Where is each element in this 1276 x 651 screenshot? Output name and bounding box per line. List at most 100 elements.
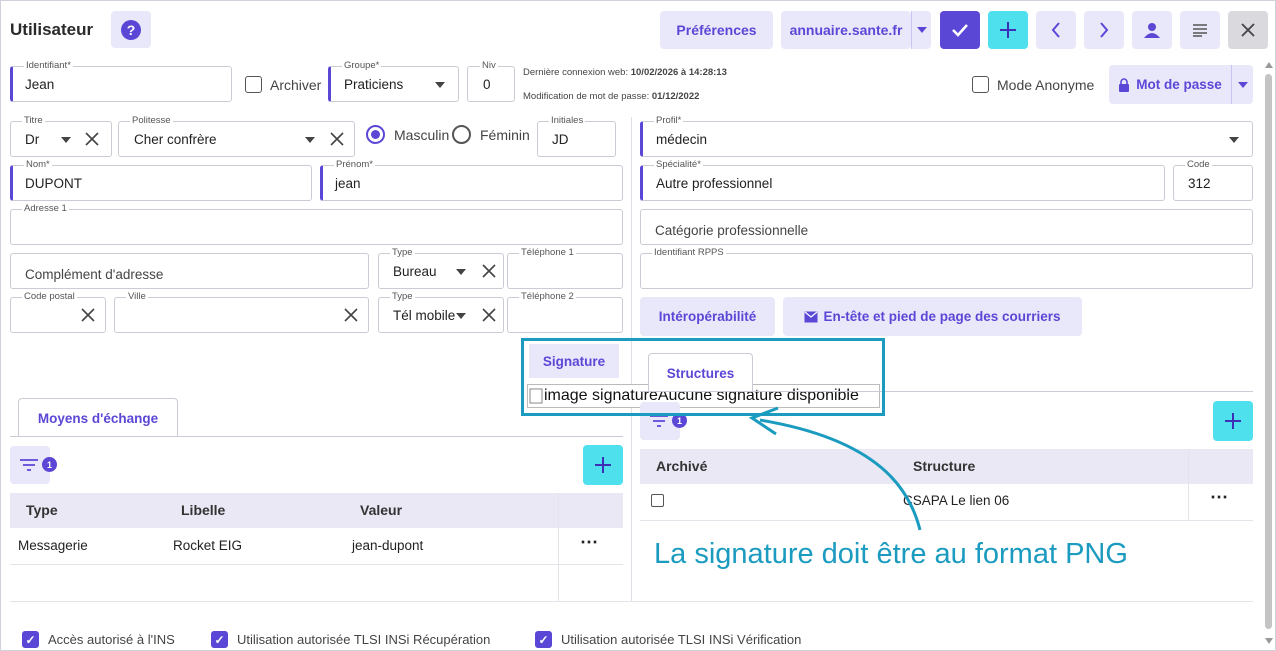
next-button[interactable] [1084, 11, 1124, 49]
categorie-field[interactable]: Catégorie professionnelle [640, 209, 1253, 245]
filter-icon [20, 459, 38, 471]
add-exchange-button[interactable] [583, 445, 623, 485]
col-type: Type [26, 502, 58, 518]
list-icon [1193, 24, 1207, 37]
titre-label: Titre [22, 115, 45, 126]
adresse-label: Adresse 1 [22, 203, 69, 214]
chevron-down-icon [456, 269, 466, 275]
annuaire-dropdown[interactable] [911, 11, 931, 49]
feminin-radio[interactable] [452, 125, 471, 144]
mode-anonyme-checkbox[interactable] [972, 76, 989, 93]
entete-button[interactable]: En-tête et pied de page des courriers [783, 297, 1082, 336]
titre-select[interactable]: Titre Dr [10, 115, 112, 157]
annotation-text: La signature doit être au format PNG [654, 538, 1128, 570]
col-valeur: Valeur [360, 502, 403, 518]
annuaire-button[interactable]: annuaire.sante.fr [781, 11, 911, 49]
ins-checkbox[interactable]: ✓ [22, 631, 39, 648]
archiver-label: Archiver [270, 77, 322, 93]
groupe-select[interactable]: Groupe* Praticiens [328, 60, 459, 102]
type1-select[interactable]: Type Bureau [378, 247, 504, 289]
complement-field[interactable]: Complément d'adresse [10, 253, 369, 289]
mode-anonyme-label: Mode Anonyme [997, 77, 1095, 93]
niveau-field[interactable]: Niv 0 [467, 60, 515, 102]
ville-field[interactable]: Ville [114, 291, 369, 333]
more-options-icon[interactable]: ⋯ [1210, 487, 1228, 508]
initiales-field[interactable]: Initiales JD [537, 115, 616, 157]
mot-de-passe-label: Mot de passe [1136, 77, 1222, 92]
archive-checkbox[interactable] [651, 494, 664, 507]
scrollbar-thumb[interactable] [1265, 74, 1272, 629]
profil-select[interactable]: Profil* médecin [640, 115, 1253, 157]
recuperation-label: Utilisation autorisée TLSI INSi Récupéra… [237, 632, 491, 647]
col-libelle: Libelle [181, 502, 226, 518]
masculin-radio[interactable] [366, 125, 385, 144]
code-postal-label: Code postal [22, 291, 77, 302]
table-row[interactable]: Messagerie Rocket EIG jean-dupont ⋯ [10, 528, 623, 565]
clear-icon[interactable] [81, 308, 95, 322]
plus-icon [595, 457, 611, 473]
archiver-checkbox[interactable] [245, 76, 262, 93]
telephone1-field[interactable]: Téléphone 1 [507, 247, 623, 289]
recuperation-checkbox[interactable]: ✓ [211, 631, 228, 648]
specialite-label: Spécialité* [654, 159, 703, 170]
telephone2-field[interactable]: Téléphone 2 [507, 291, 623, 333]
code-label: Code [1185, 159, 1212, 170]
tab-moyens-echange[interactable]: Moyens d'échange [18, 398, 178, 437]
clear-icon[interactable] [482, 308, 496, 322]
adresse-field[interactable]: Adresse 1 [10, 203, 623, 245]
add-structure-button[interactable] [1213, 401, 1253, 441]
mot-de-passe-dropdown[interactable] [1231, 65, 1253, 104]
verification-label: Utilisation autorisée TLSI INSi Vérifica… [561, 632, 802, 647]
row-valeur: jean-dupont [352, 538, 424, 553]
plus-icon [1000, 22, 1016, 38]
politesse-select[interactable]: Politesse Cher confrère [118, 115, 355, 157]
help-icon: ? [121, 19, 141, 40]
details-button[interactable] [1180, 11, 1220, 49]
feminin-label: Féminin [480, 127, 530, 143]
verification-checkbox[interactable]: ✓ [535, 631, 552, 648]
preferences-button[interactable]: Préférences [660, 11, 773, 49]
prenom-field[interactable]: Prénom* jean [320, 159, 623, 201]
code-field[interactable]: Code 312 [1173, 159, 1253, 201]
more-options-icon[interactable]: ⋯ [580, 532, 598, 553]
profil-value: médecin [656, 132, 708, 147]
identifiant-field[interactable]: Identifiant* Jean [10, 60, 232, 102]
mot-de-passe-button[interactable]: Mot de passe [1109, 65, 1231, 104]
initiales-value: JD [552, 132, 569, 147]
clear-icon[interactable] [330, 132, 344, 146]
chevron-down-icon [1237, 81, 1248, 88]
scrollbar[interactable] [1263, 62, 1273, 646]
scroll-up-icon [1265, 62, 1273, 68]
filter-button[interactable]: 1 [10, 446, 57, 484]
prenom-label: Prénom* [334, 159, 375, 170]
ins-label: Accès autorisé à l'INS [48, 632, 175, 647]
nom-label: Nom* [24, 159, 52, 170]
type1-label: Type [390, 247, 415, 258]
politesse-label: Politesse [130, 115, 173, 126]
previous-button[interactable] [1036, 11, 1076, 49]
nom-field[interactable]: Nom* DUPONT [10, 159, 312, 201]
chevron-right-icon [1100, 22, 1109, 38]
help-button[interactable]: ? [111, 11, 151, 48]
clear-icon[interactable] [482, 264, 496, 278]
rpps-field[interactable]: Identifiant RPPS [640, 247, 1253, 289]
user-button[interactable] [1132, 11, 1172, 49]
pwd-modif-text: Modification de mot de passe: 01/12/2022 [523, 91, 700, 102]
last-login-text: Dernière connexion web: 10/02/2026 à 14:… [523, 67, 727, 78]
type2-select[interactable]: Type Tél mobile [378, 291, 504, 333]
code-postal-field[interactable]: Code postal [10, 291, 106, 333]
clear-icon[interactable] [344, 308, 358, 322]
chevron-down-icon [305, 137, 315, 143]
code-value: 312 [1188, 176, 1211, 191]
add-button[interactable] [988, 11, 1028, 49]
specialite-select[interactable]: Spécialité* Autre professionnel [640, 159, 1165, 201]
complement-placeholder: Complément d'adresse [25, 267, 164, 282]
scroll-down-icon [1265, 638, 1273, 644]
close-button[interactable] [1228, 11, 1268, 49]
masculin-label: Masculin [394, 127, 450, 143]
validate-button[interactable] [940, 11, 980, 49]
identifiant-label: Identifiant* [24, 60, 73, 71]
profil-label: Profil* [654, 115, 684, 126]
interop-button[interactable]: Intéropérabilité [640, 297, 775, 336]
clear-icon[interactable] [85, 132, 99, 146]
